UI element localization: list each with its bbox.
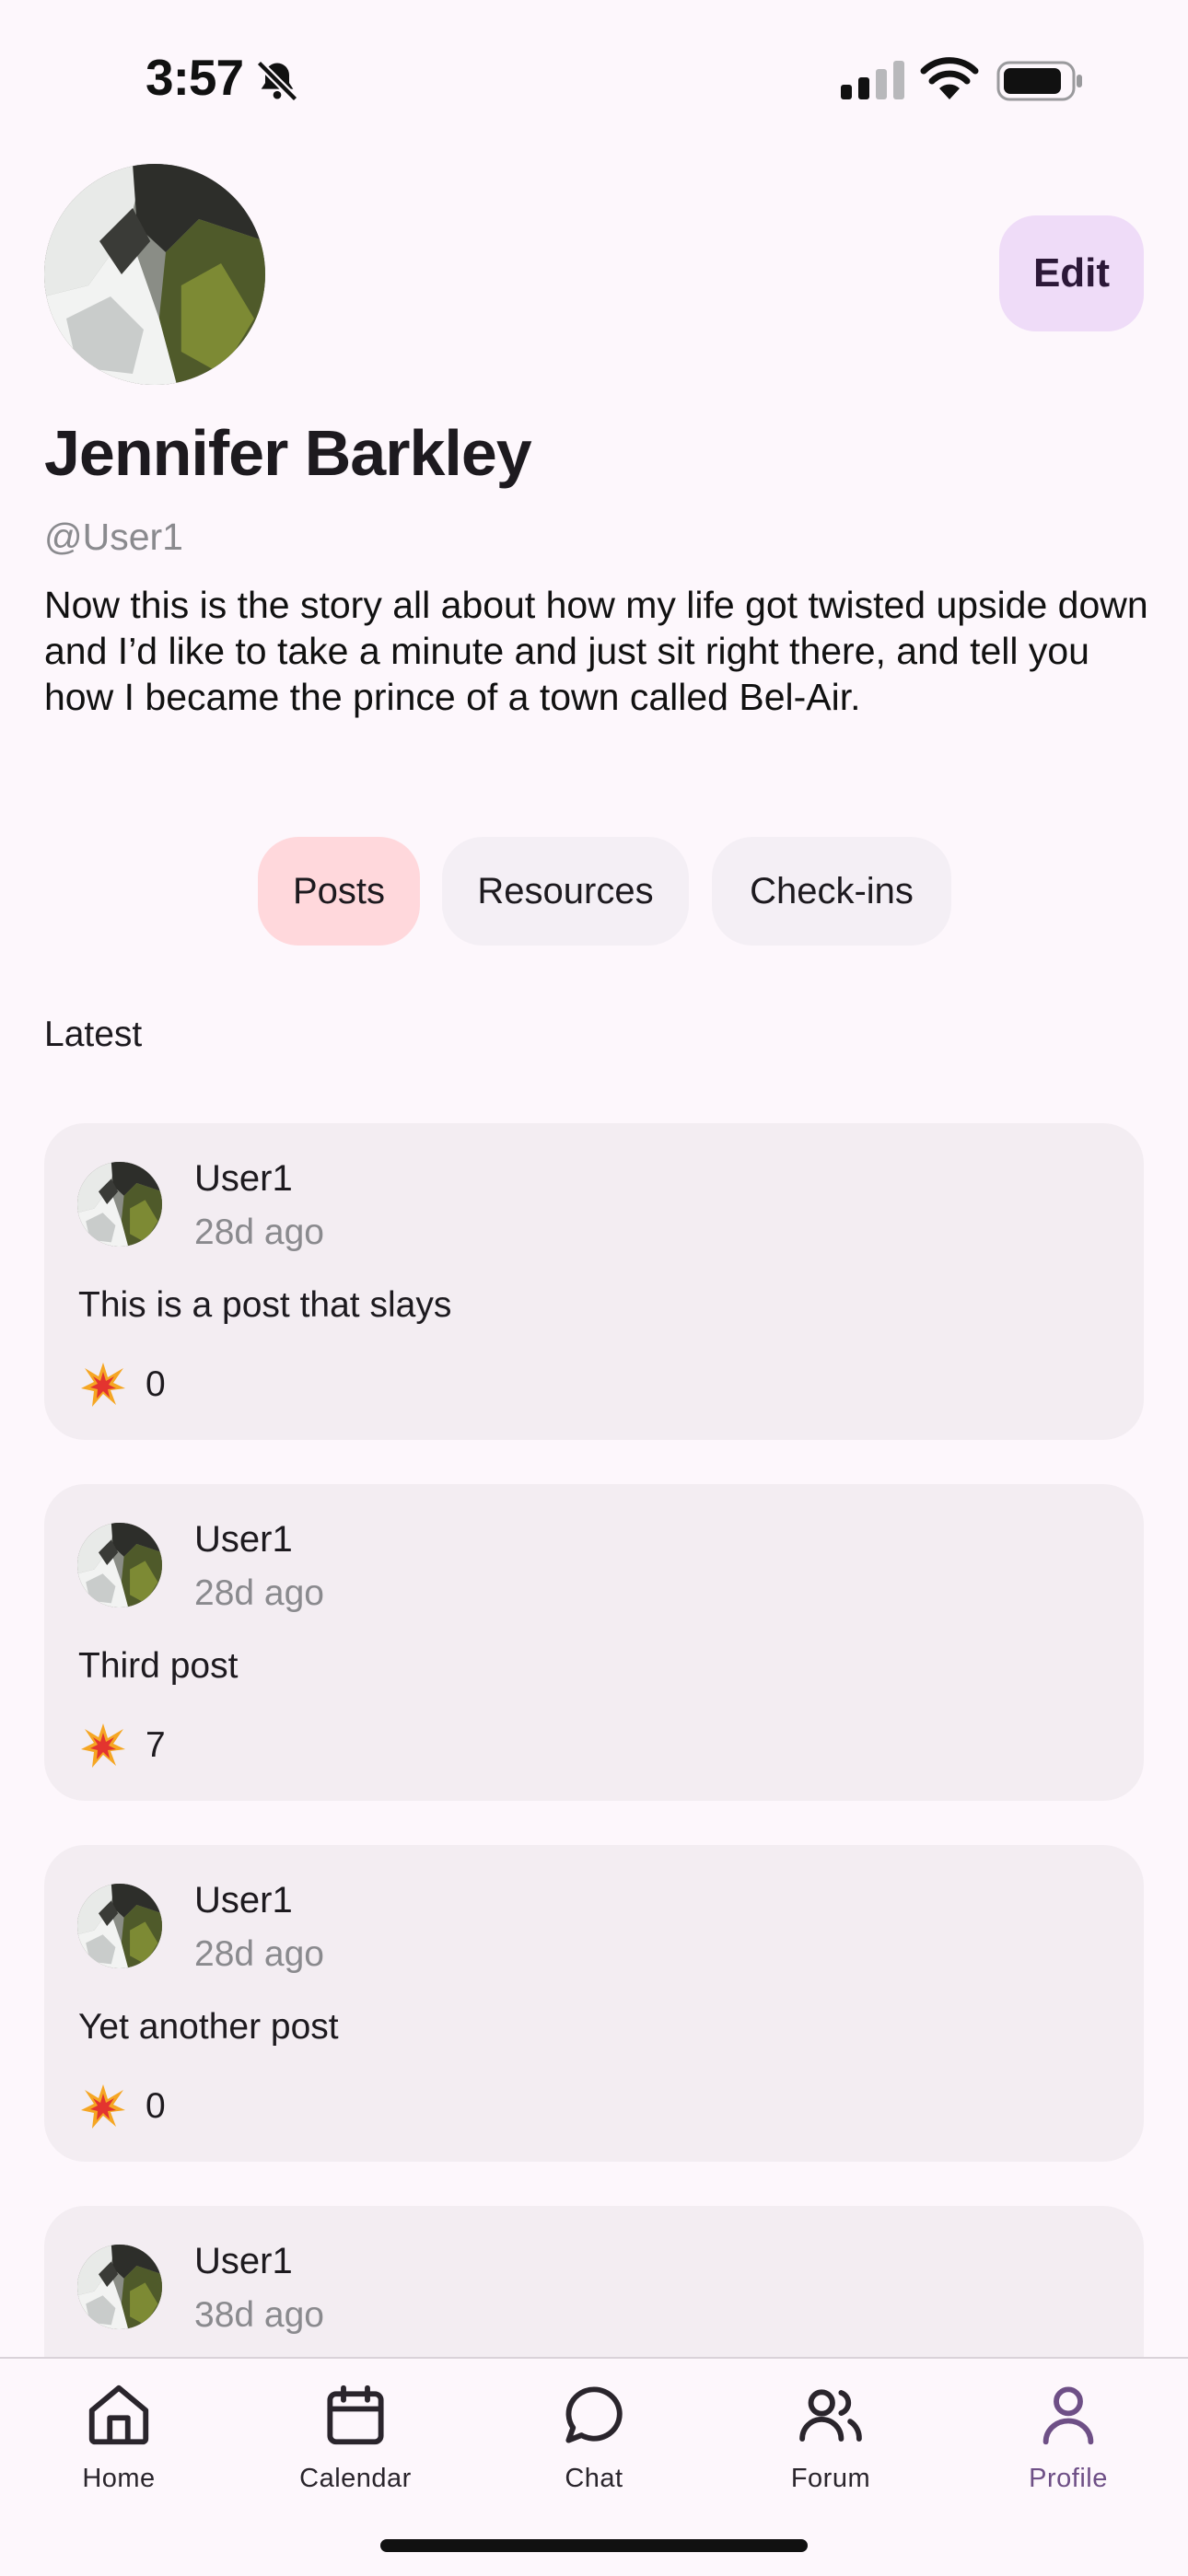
nav-profile[interactable]: Profile <box>976 2379 1160 2517</box>
post-username: User1 <box>194 1519 293 1560</box>
post-timestamp: 28d ago <box>194 1573 324 1613</box>
nav-calendar[interactable]: Calendar <box>263 2379 448 2517</box>
post-username: User1 <box>194 1158 293 1199</box>
post-timestamp: 28d ago <box>194 1213 324 1252</box>
post-text: Yet another post <box>78 2007 339 2047</box>
post-avatar <box>77 1884 162 1968</box>
calendar-icon <box>327 2385 384 2445</box>
explosion-emoji-icon[interactable] <box>79 1722 127 1770</box>
post-avatar <box>77 1523 162 1607</box>
explosion-emoji-icon[interactable] <box>79 1361 127 1409</box>
post-text: Third post <box>78 1646 239 1686</box>
post-username: User1 <box>194 2241 293 2281</box>
post-card[interactable]: User1 28d ago This is a post that slays … <box>44 1123 1144 1440</box>
home-icon <box>88 2385 149 2445</box>
nav-home[interactable]: Home <box>27 2379 211 2517</box>
post-timestamp: 38d ago <box>194 2295 324 2335</box>
home-indicator[interactable] <box>380 2539 808 2552</box>
post-username: User1 <box>194 1880 293 1920</box>
nav-label: Home <box>82 2464 156 2493</box>
post-card[interactable]: User1 38d ago <box>44 2206 1144 2357</box>
post-avatar <box>77 1162 162 1247</box>
nav-label: Chat <box>565 2464 623 2493</box>
nav-label: Forum <box>790 2464 871 2493</box>
nav-chat[interactable]: Chat <box>502 2379 686 2517</box>
nav-label: Calendar <box>299 2464 412 2493</box>
post-text: This is a post that slays <box>78 1285 452 1325</box>
post-feed[interactable]: User1 28d ago This is a post that slays … <box>0 0 1188 2357</box>
nav-forum[interactable]: Forum <box>739 2379 923 2517</box>
person-icon <box>1042 2386 1094 2445</box>
post-avatar <box>77 2245 162 2329</box>
reaction-count: 0 <box>146 2086 166 2126</box>
explosion-emoji-icon[interactable] <box>79 2083 127 2130</box>
post-card[interactable]: User1 28d ago Yet another post 0 <box>44 1845 1144 2162</box>
chat-bubble-icon <box>565 2386 623 2443</box>
reaction-count: 0 <box>146 1364 166 1404</box>
nav-label: Profile <box>1029 2464 1108 2493</box>
post-timestamp: 28d ago <box>194 1934 324 1974</box>
reaction-count: 7 <box>146 1725 166 1765</box>
post-card[interactable]: User1 28d ago Third post 7 <box>44 1484 1144 1801</box>
people-icon <box>799 2389 862 2442</box>
